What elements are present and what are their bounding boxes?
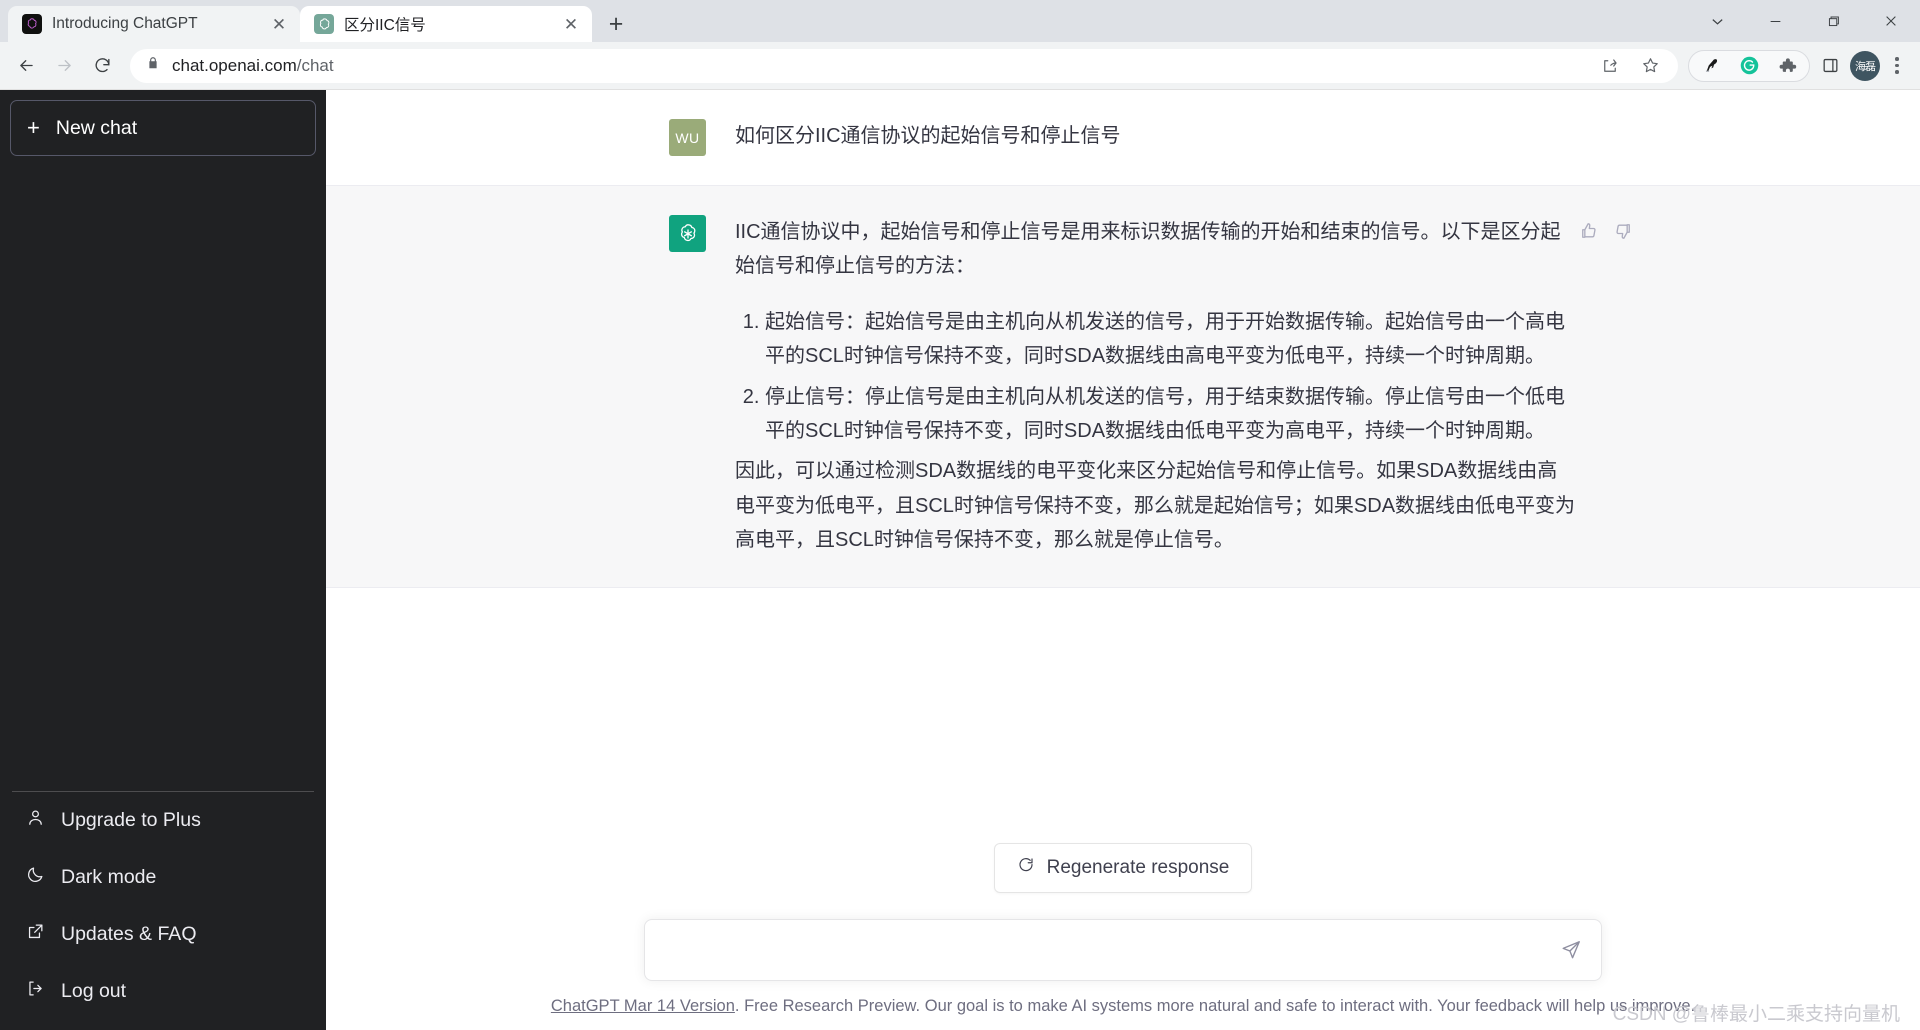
sidebar-item-label: Updates & FAQ bbox=[61, 923, 197, 945]
send-icon[interactable] bbox=[1557, 936, 1585, 964]
browser-toolbar: chat.openai.com/chat 海磊 bbox=[0, 42, 1920, 90]
sidebar-item-updates-faq[interactable]: Updates & FAQ bbox=[10, 906, 316, 963]
message-input-container[interactable] bbox=[644, 919, 1602, 981]
footer-disclaimer: ChatGPT Mar 14 Version. Free Research Pr… bbox=[551, 997, 1695, 1016]
forward-arrow-icon[interactable] bbox=[46, 48, 82, 84]
address-host: chat.openai.com bbox=[172, 55, 297, 75]
message-text: IIC通信协议中，起始信号和停止信号是用来标识数据传输的开始和结束的信号。以下是… bbox=[735, 215, 1577, 558]
browser-tab-2-title: 区分IIC信号 bbox=[344, 17, 426, 34]
assistant-outro-text: 因此，可以通过检测SDA数据线的电平变化来区分起始信号和停止信号。如果SDA数据… bbox=[735, 460, 1576, 552]
moon-icon bbox=[26, 865, 45, 890]
assistant-list: 起始信号：起始信号是由主机向从机发送的信号，用于开始数据传输。起始信号由一个高电… bbox=[735, 305, 1577, 449]
sidebar-item-dark-mode[interactable]: Dark mode bbox=[10, 849, 316, 906]
external-link-icon bbox=[26, 922, 45, 947]
avatar: WU bbox=[669, 119, 706, 156]
reload-icon[interactable] bbox=[84, 48, 120, 84]
tab-strip: Introducing ChatGPT ✕ 区分IIC信号 ✕ + bbox=[0, 0, 1920, 42]
side-panel-icon[interactable] bbox=[1812, 48, 1848, 84]
address-bar[interactable]: chat.openai.com/chat bbox=[130, 48, 1678, 84]
chatgpt-sidebar: + New chat Upgrade to Plus Dark mode Upd… bbox=[0, 90, 326, 1030]
new-chat-button[interactable]: + New chat bbox=[10, 100, 316, 156]
address-bar-url: chat.openai.com/chat bbox=[172, 56, 334, 76]
sidebar-item-label: Upgrade to Plus bbox=[61, 809, 201, 831]
thumbs-up-icon[interactable] bbox=[1577, 219, 1601, 243]
message-feedback bbox=[1577, 219, 1635, 243]
browser-tab-1-title: Introducing ChatGPT bbox=[52, 15, 198, 32]
browser-window: Introducing ChatGPT ✕ 区分IIC信号 ✕ + chat.o… bbox=[0, 0, 1920, 1030]
chat-panel: WU 如何区分IIC通信协议的起始信号和停止信号 IIC通信协议中，起始信号和停… bbox=[326, 90, 1920, 1030]
browser-tab-2[interactable]: 区分IIC信号 ✕ bbox=[300, 6, 592, 42]
composer-area: Regenerate response ChatGPT Mar 14 Versi… bbox=[326, 843, 1920, 1030]
close-window-icon[interactable] bbox=[1862, 0, 1920, 42]
omnibox-actions bbox=[1592, 48, 1668, 84]
regenerate-response-button[interactable]: Regenerate response bbox=[993, 843, 1253, 893]
sidebar-item-label: Dark mode bbox=[61, 866, 157, 888]
profile-avatar[interactable]: 海磊 bbox=[1850, 50, 1880, 81]
back-arrow-icon[interactable] bbox=[8, 48, 44, 84]
assistant-intro-text: IIC通信协议中，起始信号和停止信号是用来标识数据传输的开始和结束的信号。以下是… bbox=[735, 221, 1561, 278]
share-icon[interactable] bbox=[1592, 48, 1628, 84]
message-inner: IIC通信协议中，起始信号和停止信号是用来标识数据传输的开始和结束的信号。以下是… bbox=[669, 186, 1630, 587]
user-icon bbox=[26, 808, 45, 833]
three-dot-menu-icon[interactable] bbox=[1882, 57, 1912, 74]
browser-tab-1[interactable]: Introducing ChatGPT ✕ bbox=[8, 6, 300, 42]
star-icon[interactable] bbox=[1632, 48, 1668, 84]
lock-icon bbox=[146, 56, 160, 75]
grammarly-icon[interactable] bbox=[1731, 48, 1767, 84]
message-text: 如何区分IIC通信协议的起始信号和停止信号 bbox=[735, 119, 1577, 156]
list-item: 起始信号：起始信号是由主机向从机发送的信号，用于开始数据传输。起始信号由一个高电… bbox=[765, 305, 1577, 374]
plus-icon: + bbox=[27, 115, 40, 140]
thumbs-down-icon[interactable] bbox=[1611, 219, 1635, 243]
sidebar-item-label: Log out bbox=[61, 980, 127, 1002]
bird-extension-icon[interactable] bbox=[1693, 48, 1729, 84]
sidebar-item-log-out[interactable]: Log out bbox=[10, 963, 316, 1020]
message-assistant: IIC通信协议中，起始信号和停止信号是用来标识数据传输的开始和结束的信号。以下是… bbox=[326, 185, 1920, 588]
openai-logo-green-icon bbox=[314, 14, 334, 34]
conversation-list[interactable] bbox=[10, 156, 316, 791]
address-path: /chat bbox=[296, 55, 334, 75]
sidebar-item-upgrade-to-plus[interactable]: Upgrade to Plus bbox=[10, 792, 316, 849]
browser-tab-2-close-icon[interactable]: ✕ bbox=[560, 13, 582, 35]
tab-search-chevron-down-icon[interactable] bbox=[1688, 0, 1746, 42]
maximize-icon[interactable] bbox=[1804, 0, 1862, 42]
page-content: + New chat Upgrade to Plus Dark mode Upd… bbox=[0, 90, 1920, 1030]
regenerate-response-label: Regenerate response bbox=[1046, 857, 1230, 878]
message-input[interactable] bbox=[665, 939, 1549, 961]
user-prompt-text: 如何区分IIC通信协议的起始信号和停止信号 bbox=[735, 125, 1121, 147]
message-user: WU 如何区分IIC通信协议的起始信号和停止信号 bbox=[326, 90, 1920, 185]
new-tab-button[interactable]: + bbox=[598, 6, 634, 42]
extensions-puzzle-icon[interactable] bbox=[1769, 48, 1805, 84]
minimize-icon[interactable] bbox=[1746, 0, 1804, 42]
footer-rest-text: . Free Research Preview. Our goal is to … bbox=[734, 997, 1696, 1015]
avatar bbox=[669, 215, 706, 252]
new-chat-label: New chat bbox=[55, 116, 138, 139]
logout-icon bbox=[26, 979, 45, 1004]
browser-tab-1-close-icon[interactable]: ✕ bbox=[268, 13, 290, 35]
refresh-icon bbox=[1017, 856, 1035, 880]
version-link[interactable]: ChatGPT Mar 14 Version bbox=[551, 997, 735, 1015]
openai-logo-dark-icon bbox=[22, 14, 42, 34]
message-inner: WU 如何区分IIC通信协议的起始信号和停止信号 bbox=[669, 90, 1577, 185]
list-item: 停止信号：停止信号是由主机向从机发送的信号，用于结束数据传输。停止信号由一个低电… bbox=[765, 380, 1577, 449]
extensions-pill bbox=[1688, 48, 1810, 84]
window-controls bbox=[1688, 0, 1920, 42]
